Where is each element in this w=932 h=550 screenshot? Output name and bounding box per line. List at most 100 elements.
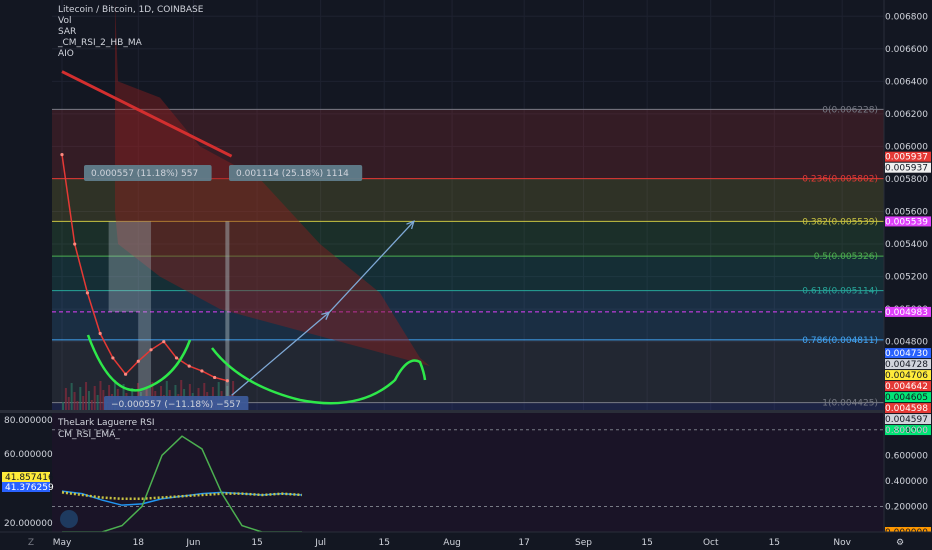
time-tick-12: Nov <box>833 538 851 548</box>
volume-bar-12 <box>96 395 99 410</box>
time-axis[interactable]: May 18 Jun 15 Jul 15 Aug 17 Sep 15 Oct 15 Nov Z ⚙ <box>0 531 932 550</box>
time-tick-7: 17 <box>518 538 529 548</box>
indicator-aio[interactable]: AIO <box>58 49 74 60</box>
price-point-3 <box>98 331 102 336</box>
osc-tick-1: 0.600000 <box>885 451 928 461</box>
osc-tick-2: 0.400000 <box>885 477 928 487</box>
osc-tick-0: 0.800000 <box>885 426 928 436</box>
time-tick-0: May <box>53 538 72 548</box>
time-tick-5: 15 <box>379 538 390 548</box>
price-tag-8: 0.004605 <box>885 393 928 403</box>
price-point-5 <box>124 372 128 376</box>
volume-bar-7 <box>82 396 85 410</box>
panel-separator <box>0 410 932 413</box>
price-point-1 <box>73 242 77 246</box>
indicator-cm-rsi-hb-ma[interactable]: _CM_RSI_2_HB_MA <box>58 38 142 49</box>
volume-bar-1 <box>64 388 67 410</box>
price-point-12 <box>213 375 217 380</box>
price-tick-8: 0.005200 <box>885 273 928 283</box>
osc-left-tick-1: 60.000000 <box>4 450 53 460</box>
time-tick-3: 15 <box>251 538 262 548</box>
chart-canvas[interactable]: 0.000557 (11.18%) 557 0.001114 (25.18%) 1… <box>0 0 932 550</box>
price-tag-3: 0.004983 <box>885 308 928 318</box>
price-tag-10: 0.004597 <box>885 415 928 425</box>
price-point-7 <box>149 348 153 352</box>
price-tag-9: 0.004598 <box>885 404 928 414</box>
volume-bar-13 <box>99 381 102 410</box>
time-tick-1: 18 <box>133 538 145 548</box>
price-tick-5: 0.005800 <box>885 175 928 185</box>
price-tick-0: 0.006800 <box>885 12 928 22</box>
fib-label-5: 0.786(0.004811) <box>802 336 878 346</box>
price-tick-2: 0.006400 <box>885 77 928 87</box>
price-point-9 <box>174 356 179 360</box>
price-tag-4: 0.004730 <box>885 349 928 359</box>
volume-bar-4 <box>73 392 76 410</box>
osc-left-tick-0: 80.000000 <box>4 416 53 426</box>
price-tag-7: 0.004642 <box>885 382 928 392</box>
zoom-icon: Z <box>28 538 34 548</box>
price-tag-0: 0.005937 <box>885 153 928 163</box>
osc-value-tag-1: 41.376259 <box>5 483 54 493</box>
fib-label-4: 0.618(0.005114) <box>802 287 878 297</box>
price-tick-1: 0.006600 <box>885 45 928 55</box>
time-tick-9: 15 <box>641 538 652 548</box>
time-tick-4: Jul <box>314 538 326 548</box>
price-point-6 <box>136 359 140 363</box>
fib-label-6: 1(0.004425) <box>822 399 878 409</box>
price-tick-3: 0.006200 <box>885 110 928 120</box>
volume-bar-11 <box>93 386 96 410</box>
osc-tick-3: 0.200000 <box>885 502 928 512</box>
measure-label-1: 0.001114 (25.18%) 1114 <box>236 169 349 179</box>
measure-label-0: 0.000557 (11.18%) 557 <box>91 169 198 179</box>
price-point-11 <box>200 369 204 373</box>
price-tick-10: 0.004800 <box>885 338 928 348</box>
volume-bar-0 <box>62 402 64 410</box>
volume-bar-8 <box>85 382 88 410</box>
indicator-laguerre-rsi[interactable]: TheLark Laguerre RSI <box>58 418 155 429</box>
indicator-sar[interactable]: SAR <box>58 27 76 38</box>
price-tag-2: 0.005539 <box>885 217 928 227</box>
volume-bar-6 <box>79 387 82 410</box>
volume-bar-3 <box>70 383 73 410</box>
volume-bar-9 <box>87 391 90 410</box>
fib-label-3: 0.5(0.005326) <box>814 252 878 262</box>
price-tag-5: 0.004728 <box>885 360 928 370</box>
fib-zone-5 <box>52 339 884 403</box>
volume-bar-2 <box>67 397 70 410</box>
price-point-4 <box>111 356 115 360</box>
price-tick-7: 0.005400 <box>885 240 928 250</box>
sub-panel-bg <box>52 413 884 532</box>
price-tag-1: 0.005937 <box>885 164 928 174</box>
price-tick-4: 0.006000 <box>885 142 928 152</box>
measure-label-2: −0.000557 (−11.18%) −557 <box>111 400 241 410</box>
volume-bar-5 <box>76 401 79 410</box>
settings-gear-icon: ⚙ <box>896 538 904 548</box>
indicator-vol[interactable]: Vol <box>58 16 71 27</box>
right-price-axis[interactable]: 0.006800 0.006600 0.006400 0.006200 0.006000… <box>883 0 932 538</box>
price-point-8 <box>162 340 166 344</box>
time-tick-6: Aug <box>443 538 461 548</box>
price-point-10 <box>187 364 191 368</box>
osc-value-tag-0: 41.857416 <box>5 473 54 483</box>
osc-left-tick-2: 20.000000 <box>4 519 53 529</box>
price-tag-6: 0.004706 <box>885 371 928 381</box>
fib-label-0: 0(0.006228) <box>822 105 878 115</box>
time-tick-10: Oct <box>703 538 719 548</box>
time-tick-2: Jun <box>185 538 200 548</box>
tradingview-logo-icon <box>60 510 78 528</box>
measure-area-1 <box>225 221 230 403</box>
price-point-13 <box>225 379 229 383</box>
time-tick-8: Sep <box>575 538 592 548</box>
fib-label-1: 0.236(0.005802) <box>802 175 878 185</box>
time-tick-11: 15 <box>769 538 780 548</box>
volume-bar-10 <box>90 400 93 410</box>
measure-area-0 <box>108 221 152 312</box>
fib-zone-4 <box>52 290 884 340</box>
indicator-cm-rsi-ema[interactable]: CM_RSI_EMA_ <box>58 430 120 441</box>
fib-label-2: 0.382(0.005539) <box>802 217 878 227</box>
price-point-0 <box>60 152 64 157</box>
chart-title: Litecoin / Bitcoin, 1D, COINBASE <box>58 5 204 15</box>
price-tick-6: 0.005600 <box>885 208 928 218</box>
price-point-2 <box>85 291 90 295</box>
